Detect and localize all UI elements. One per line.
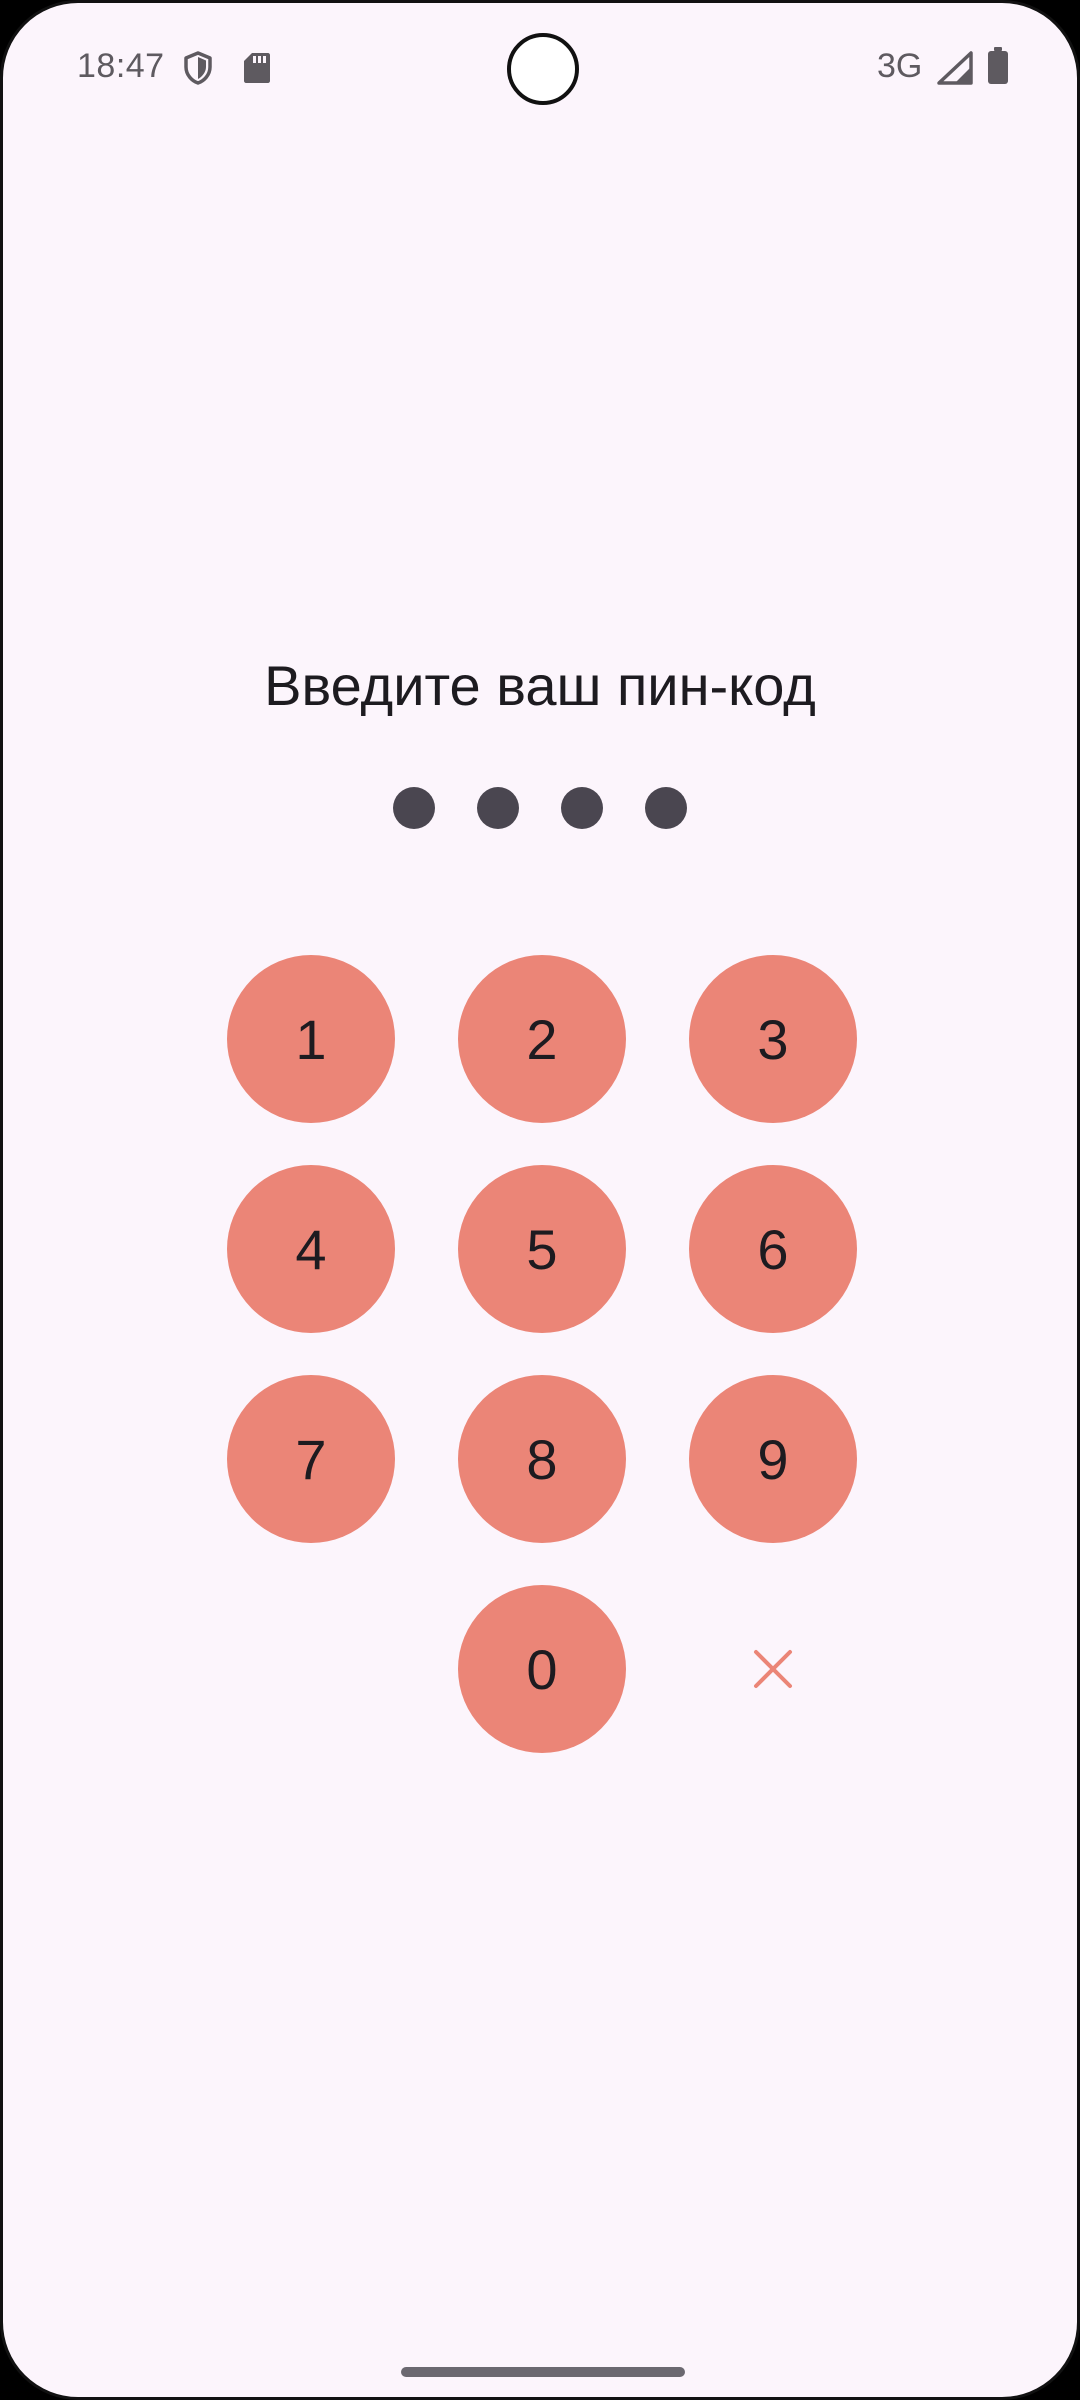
keypad-spacer [227, 1585, 395, 1753]
key-9[interactable]: 9 [689, 1375, 857, 1543]
pin-dot [645, 787, 687, 829]
key-6[interactable]: 6 [689, 1165, 857, 1333]
sd-card-icon [244, 53, 270, 83]
gesture-bar[interactable] [401, 2367, 685, 2377]
key-3[interactable]: 3 [689, 955, 857, 1123]
shield-icon [184, 51, 212, 85]
phone-screen: 18:47 3G Введите ваш пин-код 1 2 3 4 5 6… [0, 0, 1080, 2400]
delete-button[interactable] [689, 1585, 857, 1753]
status-bar: 18:47 3G [3, 3, 1077, 133]
key-0[interactable]: 0 [458, 1585, 626, 1753]
camera-cutout [507, 33, 579, 105]
key-4[interactable]: 4 [227, 1165, 395, 1333]
close-icon [754, 1650, 792, 1688]
pin-dot [477, 787, 519, 829]
pin-title: Введите ваш пин-код [264, 654, 816, 717]
pin-dot [393, 787, 435, 829]
status-time: 18:47 [77, 47, 165, 85]
keypad: 1 2 3 4 5 6 7 8 9 0 [227, 955, 859, 1753]
pin-dots [3, 787, 1077, 829]
key-2[interactable]: 2 [458, 955, 626, 1123]
network-type: 3G [877, 47, 923, 85]
key-1[interactable]: 1 [227, 955, 395, 1123]
signal-icon [937, 51, 973, 85]
pin-dot [561, 787, 603, 829]
key-8[interactable]: 8 [458, 1375, 626, 1543]
key-7[interactable]: 7 [227, 1375, 395, 1543]
battery-icon [988, 47, 1008, 84]
key-5[interactable]: 5 [458, 1165, 626, 1333]
